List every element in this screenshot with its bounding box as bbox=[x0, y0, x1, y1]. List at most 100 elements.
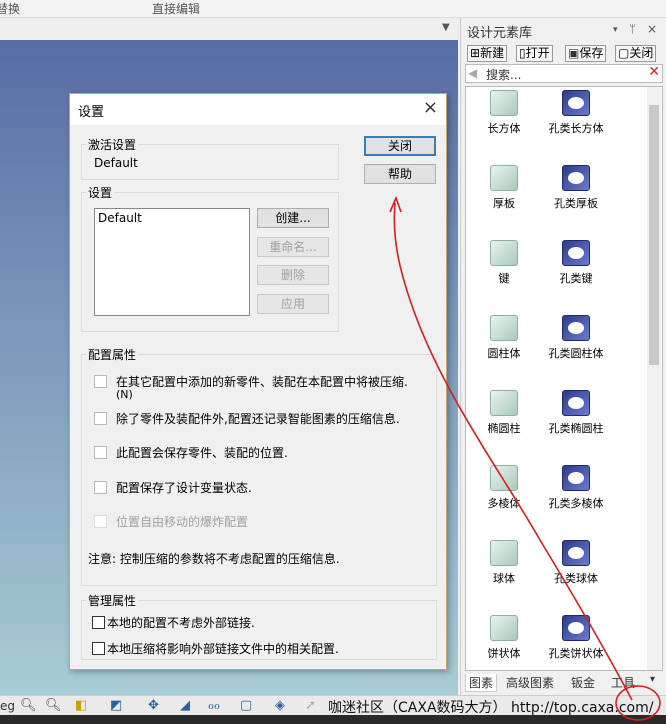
toolbar-text: eg bbox=[0, 699, 15, 713]
settings-group: 设置 Default 创建... 重命名... 删除 应用 bbox=[81, 184, 339, 332]
library-item[interactable]: 键 bbox=[469, 240, 539, 286]
hole-shape-icon bbox=[562, 615, 590, 641]
checkbox-box[interactable] bbox=[94, 375, 107, 388]
open-label: 打开 bbox=[525, 46, 550, 60]
ribbon-tab-direct-edit[interactable]: 直接编辑 bbox=[152, 0, 200, 17]
library-item-label: 孔类长方体 bbox=[548, 122, 604, 135]
hole-shape-icon bbox=[562, 315, 590, 341]
render-icon[interactable]: ◈ bbox=[275, 698, 285, 713]
library-item-label: 长方体 bbox=[487, 122, 521, 135]
clear-search-icon[interactable]: ✕ bbox=[648, 64, 660, 80]
new-button[interactable]: ⊞新建 bbox=[467, 45, 508, 62]
part-icon[interactable]: ◧ bbox=[75, 698, 87, 713]
library-item[interactable]: 孔类键 bbox=[541, 240, 611, 286]
library-item[interactable]: 孔类长方体 bbox=[541, 90, 611, 136]
apply-button[interactable]: 应用 bbox=[257, 294, 329, 314]
library-item[interactable]: 饼状体 bbox=[469, 615, 539, 661]
search-input[interactable]: ◀ 搜索... ✕ bbox=[465, 64, 663, 83]
close-library-label: 关闭 bbox=[629, 46, 654, 60]
hole-shape-icon bbox=[562, 540, 590, 566]
library-item[interactable]: 圆柱体 bbox=[469, 315, 539, 361]
scrollbar-thumb[interactable] bbox=[649, 105, 659, 365]
delete-button[interactable]: 删除 bbox=[257, 265, 329, 285]
extrude-icon[interactable]: ◢ bbox=[180, 698, 190, 713]
solid-shape-icon bbox=[490, 165, 518, 191]
library-item-label: 多棱体 bbox=[487, 497, 521, 510]
save-button[interactable]: ▣保存 bbox=[565, 45, 607, 62]
dialog-close-icon[interactable]: × bbox=[423, 97, 438, 118]
tab-primitives[interactable]: 图素 bbox=[465, 674, 498, 692]
library-item[interactable]: 长方体 bbox=[469, 90, 539, 136]
panel-close-icon[interactable]: × bbox=[647, 22, 657, 36]
zoom-icon[interactable]: 🔍︎ bbox=[20, 698, 37, 713]
library-item[interactable]: 孔类椭圆柱 bbox=[541, 390, 611, 436]
help-button[interactable]: 帮助 bbox=[364, 164, 436, 184]
open-button[interactable]: ▯打开 bbox=[516, 45, 553, 62]
library-item-label: 孔类厚板 bbox=[554, 197, 598, 210]
checkbox-box[interactable] bbox=[92, 642, 105, 655]
pin-icon[interactable]: ᛘ bbox=[629, 22, 636, 36]
pointer-icon[interactable]: ➚ bbox=[305, 698, 316, 713]
tab-advanced-primitives[interactable]: 高级图素 bbox=[503, 674, 557, 691]
dialog-titlebar: 设置 × bbox=[70, 94, 446, 125]
view-cube-icon[interactable]: ▢ bbox=[240, 698, 252, 713]
library-item-label: 椭圆柱 bbox=[487, 422, 521, 435]
checkbox-label: 在其它配置中添加的新零件、装配在本配置中将被压缩. bbox=[116, 375, 408, 389]
library-item-label: 孔类饼状体 bbox=[548, 647, 604, 660]
library-item[interactable]: 椭圆柱 bbox=[469, 390, 539, 436]
hole-shape-icon bbox=[562, 465, 590, 491]
library-item[interactable]: 孔类饼状体 bbox=[541, 615, 611, 661]
tab-sheet-metal[interactable]: 钣金 bbox=[568, 674, 598, 691]
close-library-icon: ▢ bbox=[618, 46, 630, 60]
panel-menu-icon[interactable]: ▾ bbox=[613, 25, 618, 35]
library-item[interactable]: 厚板 bbox=[469, 165, 539, 211]
save-icon: ▣ bbox=[568, 46, 580, 60]
hole-shape-icon bbox=[562, 90, 590, 116]
settings-list-item[interactable]: Default bbox=[98, 211, 142, 225]
dropdown-arrow-icon[interactable]: ▼ bbox=[442, 22, 450, 33]
active-settings-label: 激活设置 bbox=[86, 136, 139, 153]
checkbox-box bbox=[94, 515, 107, 528]
library-item[interactable]: 多棱体 bbox=[469, 465, 539, 511]
library-item[interactable]: 孔类球体 bbox=[541, 540, 611, 586]
tab-tools[interactable]: 工具 bbox=[608, 674, 638, 691]
design-element-library-panel: 设计元素库 ▾ ᛘ × ⊞新建 ▯打开 ▣保存 ▢关闭 ◀ 搜索... ✕ 长方… bbox=[460, 18, 666, 695]
glasses-icon[interactable]: ℴℴ bbox=[208, 698, 220, 713]
ribbon-tab-replace[interactable]: 替换 bbox=[0, 0, 20, 17]
close-button[interactable]: 关闭 bbox=[364, 136, 436, 156]
active-settings-group: 激活设置 Default bbox=[81, 136, 339, 180]
scrollbar[interactable] bbox=[647, 87, 661, 670]
taskbar-strip bbox=[0, 715, 666, 724]
library-item[interactable]: 孔类圆柱体 bbox=[541, 315, 611, 361]
checkbox-box[interactable] bbox=[94, 412, 107, 425]
checkbox-box[interactable] bbox=[94, 481, 107, 494]
hole-shape-icon bbox=[562, 240, 590, 266]
new-icon: ⊞ bbox=[470, 46, 481, 60]
rename-button[interactable]: 重命名... bbox=[257, 237, 329, 257]
checkbox-box[interactable] bbox=[92, 616, 105, 629]
library-item[interactable]: 孔类多棱体 bbox=[541, 465, 611, 511]
close-library-button[interactable]: ▢关闭 bbox=[615, 45, 657, 62]
cube-icon[interactable]: ◩ bbox=[110, 698, 122, 713]
settings-listbox[interactable]: Default bbox=[94, 208, 250, 316]
tabs-more-icon[interactable]: ▾ bbox=[647, 674, 658, 685]
dialog-title: 设置 bbox=[78, 105, 105, 120]
zoom-window-icon[interactable]: 🔍︎ bbox=[45, 698, 62, 713]
open-icon: ▯ bbox=[519, 46, 526, 60]
create-button[interactable]: 创建... bbox=[257, 208, 329, 228]
search-placeholder: 搜索... bbox=[486, 68, 522, 82]
back-arrow-icon[interactable]: ◀ bbox=[468, 66, 477, 80]
library-item[interactable]: 球体 bbox=[469, 540, 539, 586]
watermark-text: 咖迷社区（CAXA数码大方） http://top.caxa.com/ bbox=[328, 700, 654, 716]
checkbox-label: 配置保存了设计变量状态. bbox=[116, 481, 252, 495]
library-item-label: 孔类椭圆柱 bbox=[548, 422, 604, 435]
library-item[interactable]: 孔类厚板 bbox=[541, 165, 611, 211]
document-tab-bar: ▼ bbox=[0, 18, 460, 40]
move-icon[interactable]: ✥ bbox=[148, 698, 159, 713]
solid-shape-icon bbox=[490, 540, 518, 566]
checkbox-box[interactable] bbox=[94, 446, 107, 459]
hole-shape-icon bbox=[562, 390, 590, 416]
checkbox-label: 此配置会保存零件、装配的位置. bbox=[116, 446, 288, 460]
library-item-label: 孔类键 bbox=[559, 272, 593, 285]
solid-shape-icon bbox=[490, 615, 518, 641]
